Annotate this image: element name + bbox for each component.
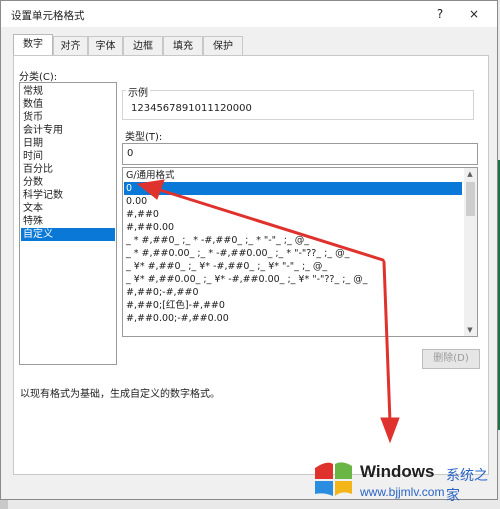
watermark: Windows 系统之家 www.bjjmlv.com [300, 452, 500, 509]
watermark-brand: Windows [360, 462, 435, 481]
watermark-brand-cn: 系统之家 [446, 468, 488, 504]
windows-logo-icon [315, 462, 352, 496]
watermark-url: www.bjjmlv.com [360, 485, 445, 499]
red-arrow-annotation [136, 179, 400, 444]
